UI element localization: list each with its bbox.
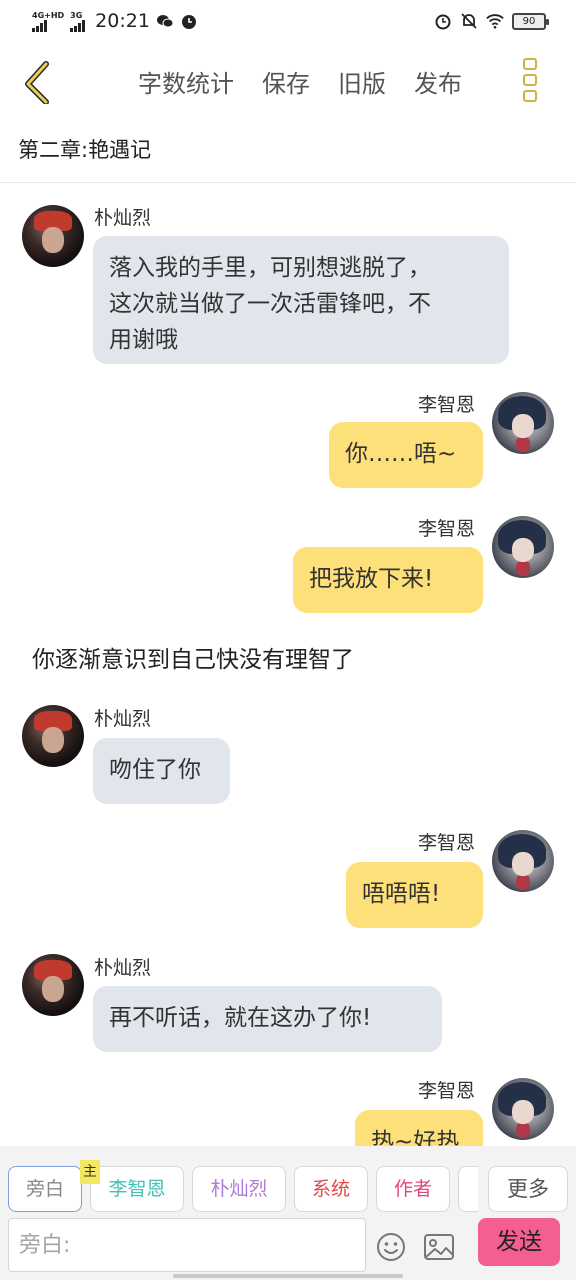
- sender-name: 朴灿烈: [94, 957, 152, 979]
- word-count-button[interactable]: 字数统计: [138, 64, 234, 99]
- avatar-lee[interactable]: [492, 1078, 554, 1140]
- back-button[interactable]: [18, 56, 58, 105]
- status-right: 90: [434, 12, 549, 30]
- avatar-park[interactable]: [22, 705, 84, 767]
- status-bar: 4G+HD 3G 20:21 90: [0, 0, 576, 44]
- menu-dot-icon: [523, 90, 537, 102]
- message-bubble[interactable]: 吻住了你: [93, 738, 230, 804]
- status-left: 4G+HD 3G 20:21: [32, 10, 198, 32]
- menu-dot-icon: [523, 74, 537, 86]
- message-bubble[interactable]: 把我放下来!: [293, 547, 483, 613]
- message-bubble[interactable]: 落入我的手里，可别想逃脱了， 这次就当做了一次活雷锋吧，不 用谢哦: [93, 236, 509, 364]
- main-role-tag: 主: [80, 1160, 100, 1184]
- message-line: 落入我的手里，可别想逃脱了，: [109, 255, 431, 281]
- sender-name: 朴灿烈: [94, 708, 152, 730]
- avatar-park[interactable]: [22, 205, 84, 267]
- role-park-chanyeol[interactable]: 朴灿烈: [192, 1166, 286, 1212]
- message-line: 这次就当做了一次活雷锋吧，不: [109, 291, 431, 317]
- divider: [0, 182, 576, 183]
- message-line: 用谢哦: [109, 327, 178, 353]
- sender-name: 李智恩: [418, 832, 476, 854]
- avatar-lee[interactable]: [492, 392, 554, 454]
- battery-icon: 90: [512, 12, 549, 30]
- message-text: 再不听话，就在这办了你!: [109, 1005, 372, 1031]
- image-icon[interactable]: [423, 1232, 455, 1262]
- mute-icon: [461, 13, 477, 29]
- emoji-icon[interactable]: [376, 1232, 406, 1262]
- avatar-lee[interactable]: [492, 516, 554, 578]
- narration-text[interactable]: 你逐渐意识到自己快没有理智了: [32, 640, 354, 674]
- sender-name: 李智恩: [418, 394, 476, 416]
- sender-name: 朴灿烈: [94, 207, 152, 229]
- message-text: 吻住了你: [109, 757, 201, 783]
- wechat-icon: [156, 15, 174, 28]
- message-text: 把我放下来!: [309, 566, 434, 592]
- avatar-lee[interactable]: [492, 830, 554, 892]
- signal-icon: [32, 19, 64, 32]
- role-author[interactable]: 作者: [376, 1166, 450, 1212]
- network-label-2: 3G: [70, 10, 83, 20]
- alarm-icon: [181, 15, 196, 29]
- network-indicator-2: 3G: [70, 10, 86, 32]
- avatar-park[interactable]: [22, 954, 84, 1016]
- role-lee-jieun[interactable]: 李智恩: [90, 1166, 184, 1212]
- message-text: 唔唔唔!: [362, 881, 441, 907]
- message-input[interactable]: [8, 1218, 366, 1272]
- message-bubble[interactable]: 你……唔~: [329, 422, 483, 488]
- more-roles-button[interactable]: 更多: [488, 1166, 568, 1212]
- more-menu-button[interactable]: [518, 56, 542, 104]
- sender-name: 李智恩: [418, 518, 476, 540]
- old-version-button[interactable]: 旧版: [338, 64, 386, 99]
- network-indicator-1: 4G+HD: [32, 11, 64, 32]
- network-label-1: 4G+HD: [32, 10, 65, 20]
- toolbar-actions: 字数统计 保存 旧版 发布: [138, 64, 462, 99]
- message-bubble[interactable]: 唔唔唔!: [346, 862, 483, 928]
- role-selector: 旁白李智恩朴灿烈系统作者寻: [8, 1166, 478, 1212]
- wifi-icon: [486, 14, 504, 29]
- menu-dot-icon: [523, 58, 537, 70]
- role-partial[interactable]: 寻: [458, 1166, 478, 1212]
- message-bubble[interactable]: 再不听话，就在这办了你!: [93, 986, 442, 1052]
- alarm-icon: [435, 14, 451, 30]
- save-button[interactable]: 保存: [262, 64, 310, 99]
- chapter-title[interactable]: 第二章:艳遇记: [18, 134, 151, 164]
- home-indicator[interactable]: [173, 1274, 403, 1278]
- input-panel: 旁白李智恩朴灿烈系统作者寻 主 更多 发送: [0, 1146, 576, 1280]
- publish-button[interactable]: 发布: [414, 64, 462, 99]
- role-system[interactable]: 系统: [294, 1166, 368, 1212]
- battery-level: 90: [522, 15, 536, 27]
- signal-icon: [70, 19, 86, 32]
- editor-toolbar: 字数统计 保存 旧版 发布: [0, 50, 576, 110]
- clock: 20:21: [95, 10, 150, 32]
- role-narrator[interactable]: 旁白: [8, 1166, 82, 1212]
- sender-name: 李智恩: [418, 1080, 476, 1102]
- send-button[interactable]: 发送: [478, 1218, 560, 1266]
- message-text: 你……唔~: [345, 441, 457, 467]
- chevron-left-icon: [25, 61, 49, 105]
